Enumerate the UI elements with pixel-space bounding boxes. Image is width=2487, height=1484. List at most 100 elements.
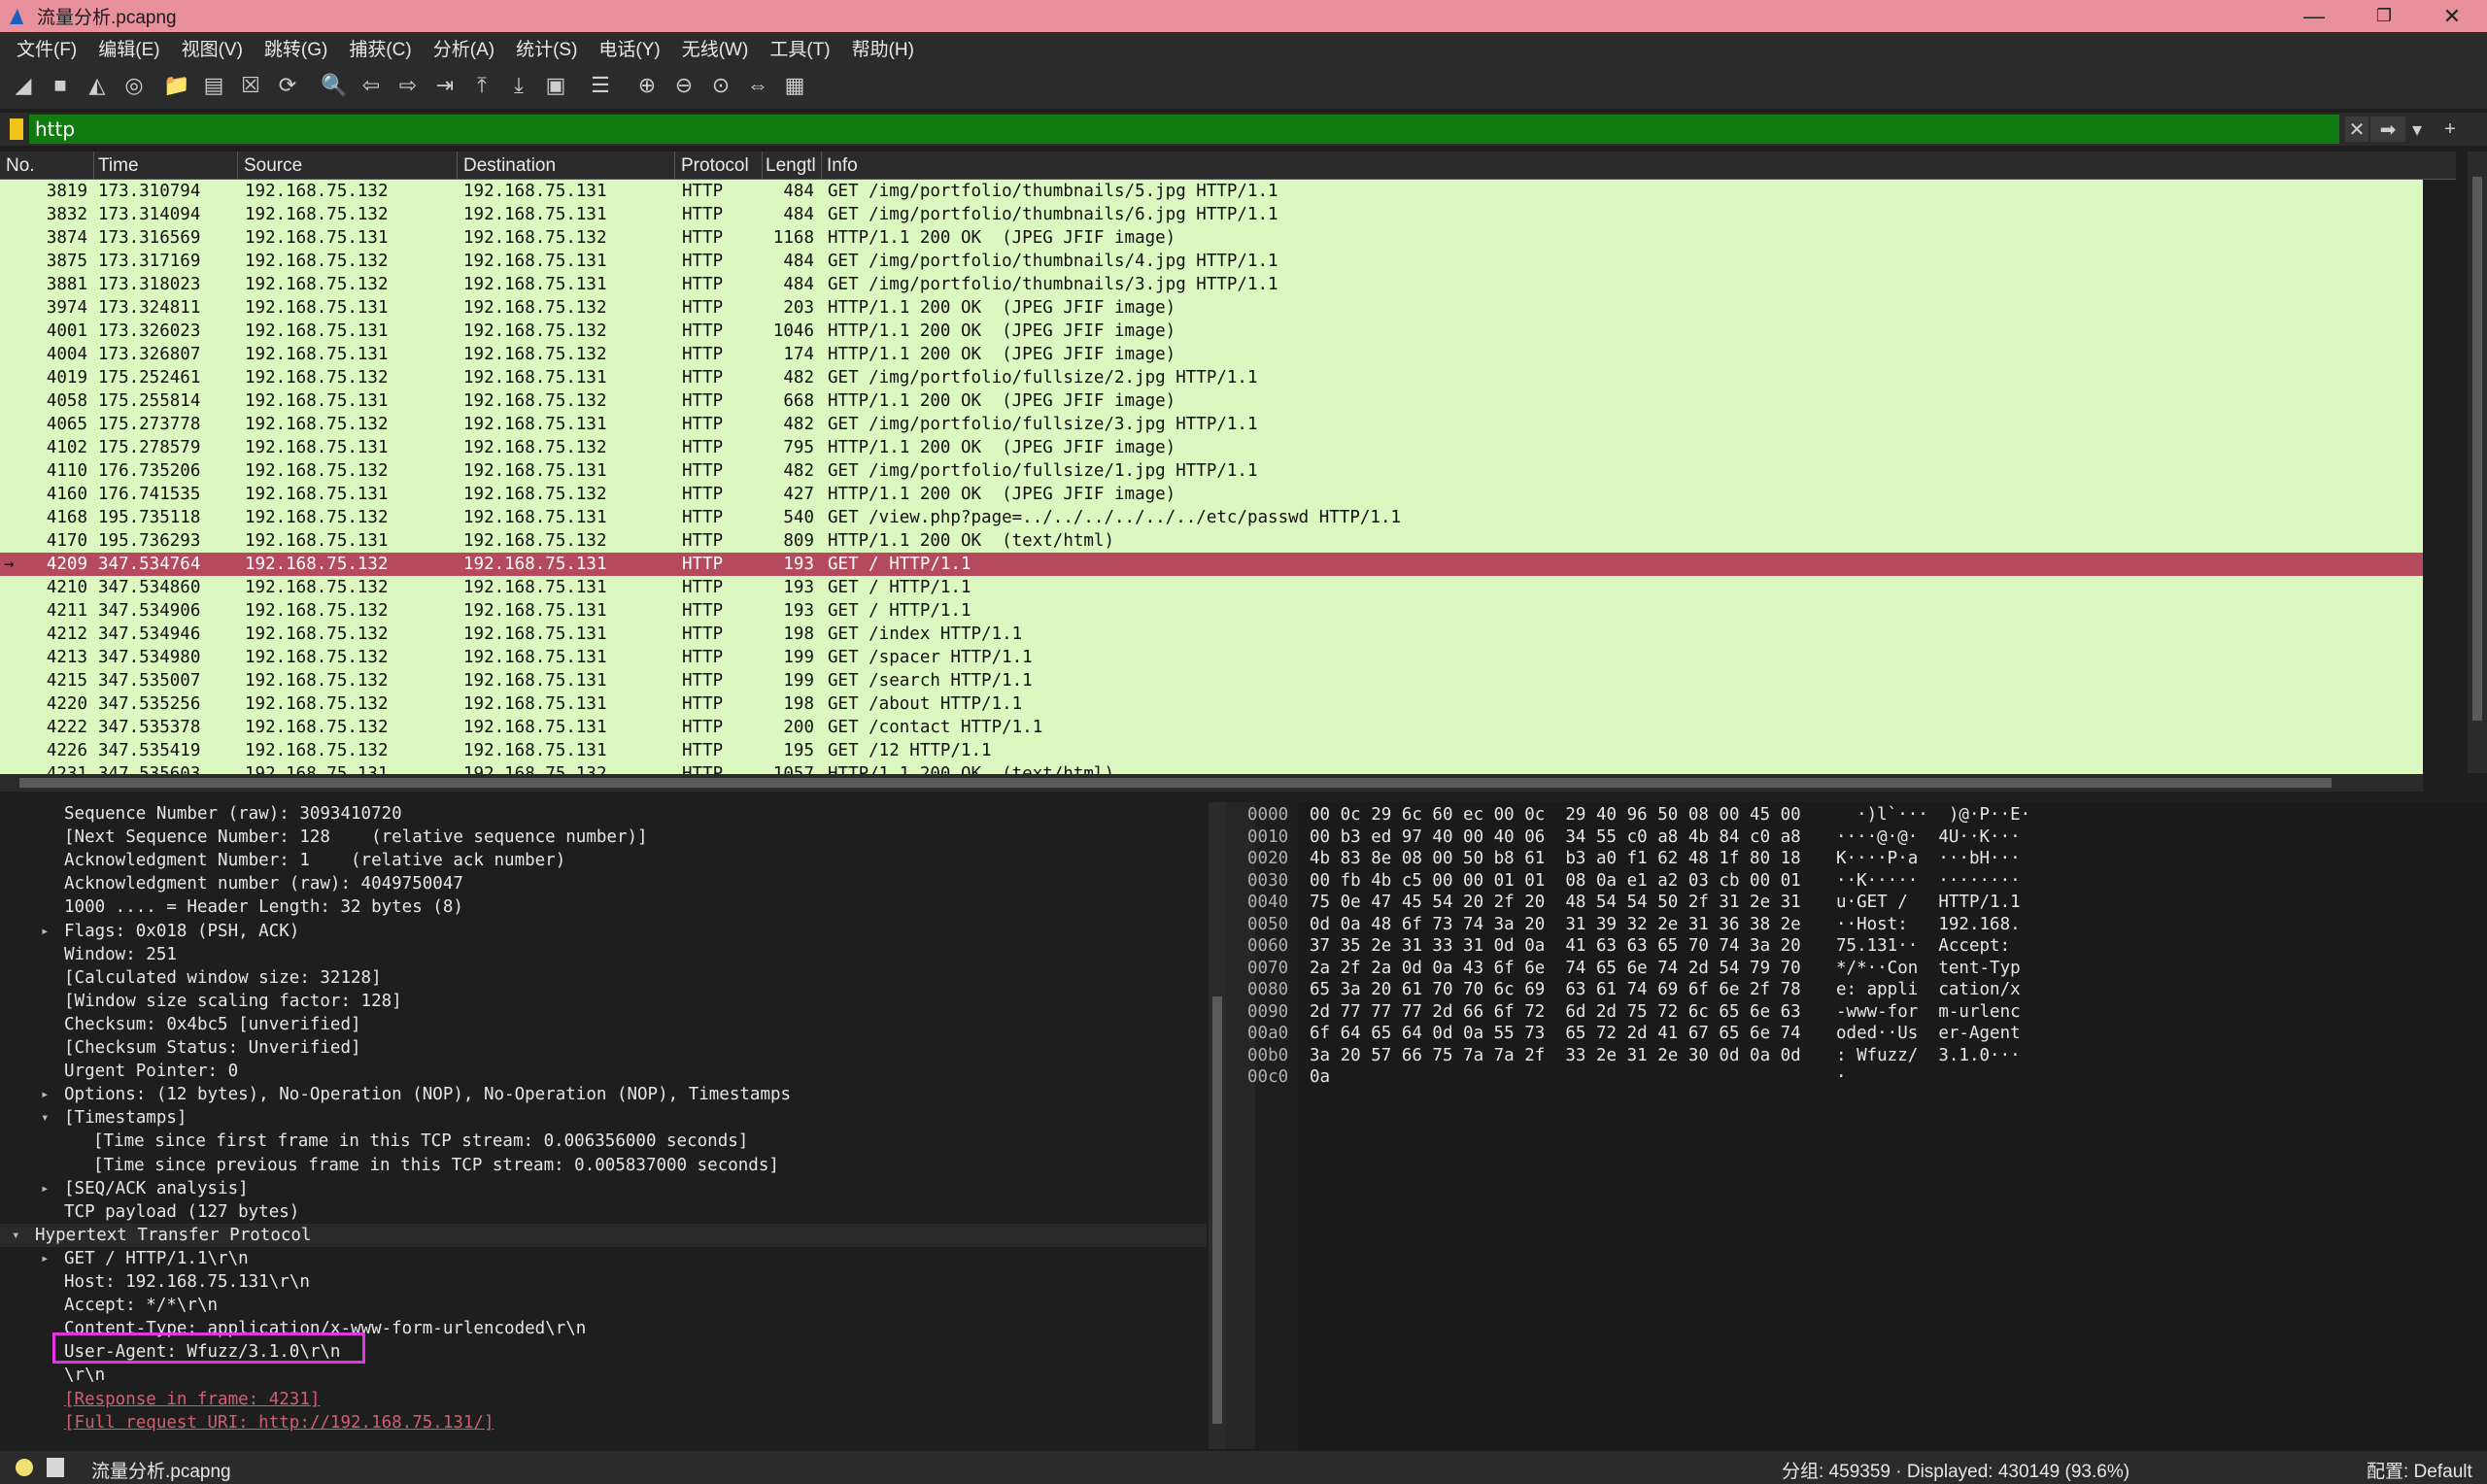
minimize-button[interactable]: — <box>2285 0 2343 32</box>
column-length[interactable]: Lengtl <box>766 155 816 177</box>
packet-row[interactable]: 4220 347.535256 192.168.75.132 192.168.75.1… <box>0 692 2423 716</box>
hex-ascii[interactable]: K····P·a ···bH··· <box>1836 848 2021 870</box>
detail-row[interactable]: [Time since previous frame in this TCP s… <box>0 1154 1207 1177</box>
detail-row[interactable]: Acknowledgment Number: 1 (relative ack n… <box>0 849 1207 872</box>
menu-item-3[interactable]: 跳转(G) <box>254 35 338 61</box>
expand-open-icon[interactable]: ▾ <box>12 1224 19 1247</box>
packet-row[interactable]: 4213 347.534980 192.168.75.132 192.168.75.1… <box>0 646 2423 669</box>
detail-row[interactable]: 1000 .... = Header Length: 32 bytes (8) <box>0 895 1207 919</box>
detail-row[interactable]: Checksum: 0x4bc5 [unverified] <box>0 1013 1207 1036</box>
capture-comment-icon[interactable] <box>47 1458 64 1477</box>
zoom-in-icon[interactable]: ⊕ <box>633 72 661 99</box>
packet-row[interactable]: 4170 195.736293 192.168.75.131 192.168.75.1… <box>0 529 2423 553</box>
hex-bytes[interactable]: 00 fb 4b c5 00 00 01 01 08 0a e1 a2 03 c… <box>1310 870 1801 893</box>
save-file-icon[interactable]: ▤ <box>200 72 227 99</box>
detail-row[interactable]: ▸ [SEQ/ACK analysis] <box>0 1177 1207 1200</box>
column-source[interactable]: Source <box>244 155 302 177</box>
hex-bytes[interactable]: 2d 77 77 77 2d 66 6f 72 6d 2d 75 72 6c 6… <box>1310 1001 1801 1024</box>
detail-row[interactable]: [Window size scaling factor: 128] <box>0 990 1207 1013</box>
packet-row[interactable]: 4058 175.255814 192.168.75.131 192.168.75.1… <box>0 389 2423 413</box>
detail-row[interactable]: [Calculated window size: 32128] <box>0 966 1207 990</box>
column-time[interactable]: Time <box>98 155 139 177</box>
filter-history-chevron-icon[interactable]: ▾ <box>2407 117 2427 142</box>
go-to-packet-icon[interactable]: ⇥ <box>431 72 459 99</box>
go-last-icon[interactable]: ⤓ <box>505 72 532 99</box>
detail-row[interactable]: TCP payload (127 bytes) <box>0 1200 1207 1224</box>
packet-row[interactable]: 3974 173.324811 192.168.75.131 192.168.75.1… <box>0 296 2423 320</box>
packet-row[interactable]: 4222 347.535378 192.168.75.132 192.168.75.1… <box>0 716 2423 739</box>
packet-row[interactable]: 4065 175.273778 192.168.75.132 192.168.75.1… <box>0 413 2423 436</box>
hex-bytes[interactable]: 00 0c 29 6c 60 ec 00 0c 29 40 96 50 08 0… <box>1310 804 1801 826</box>
menu-item-1[interactable]: 编辑(E) <box>87 35 170 61</box>
menu-item-4[interactable]: 捕获(C) <box>338 35 422 61</box>
packet-row[interactable]: → 4209 347.534764 192.168.75.132 192.168.75.… <box>0 553 2423 576</box>
scrollbar-thumb[interactable] <box>2472 177 2482 721</box>
hex-bytes[interactable]: 3a 20 57 66 75 7a 7a 2f 33 2e 31 2e 30 0… <box>1310 1045 1801 1067</box>
go-back-icon[interactable]: ⇦ <box>358 72 385 99</box>
packet-row[interactable]: 3874 173.316569 192.168.75.131 192.168.75.1… <box>0 226 2423 250</box>
clear-filter-icon[interactable]: ✕ <box>2345 117 2368 142</box>
packet-row[interactable]: 4102 175.278579 192.168.75.131 192.168.75.1… <box>0 436 2423 459</box>
detail-row[interactable]: ▾ [Timestamps] <box>0 1106 1207 1130</box>
zoom-normal-icon[interactable]: ⊙ <box>707 72 734 99</box>
packet-row[interactable]: 4211 347.534906 192.168.75.132 192.168.75.1… <box>0 599 2423 623</box>
packet-row[interactable]: 3881 173.318023 192.168.75.132 192.168.75.1… <box>0 273 2423 296</box>
hex-ascii[interactable]: ··K····· ········ <box>1836 870 2021 893</box>
open-folder-icon[interactable]: 📁 <box>163 72 190 99</box>
packet-row[interactable]: 4019 175.252461 192.168.75.132 192.168.75.1… <box>0 366 2423 389</box>
go-first-icon[interactable]: ⤒ <box>468 72 495 99</box>
menu-item-6[interactable]: 统计(S) <box>505 35 588 61</box>
hex-ascii[interactable]: oded··Us er-Agent <box>1836 1023 2021 1045</box>
add-filter-button[interactable]: + <box>2436 117 2464 142</box>
packet-row[interactable]: 4215 347.535007 192.168.75.132 192.168.75.1… <box>0 669 2423 692</box>
detail-row[interactable]: Window: 251 <box>0 943 1207 966</box>
column-info[interactable]: Info <box>827 155 858 177</box>
close-button[interactable]: ✕ <box>2423 0 2481 32</box>
packet-row[interactable]: 3832 173.314094 192.168.75.132 192.168.75.1… <box>0 203 2423 226</box>
apply-filter-icon[interactable]: ➡ <box>2370 117 2405 142</box>
detail-text[interactable]: [Full request URI: http://192.168.75.131… <box>64 1411 494 1434</box>
expand-open-icon[interactable]: ▾ <box>41 1106 49 1130</box>
hex-bytes[interactable]: 2a 2f 2a 0d 0a 43 6f 6e 74 65 6e 74 2d 5… <box>1310 958 1801 980</box>
detail-row[interactable]: ▾ Hypertext Transfer Protocol <box>0 1223 1207 1247</box>
reload-icon[interactable]: ⟳ <box>274 72 301 99</box>
expand-closed-icon[interactable]: ▸ <box>41 1177 49 1200</box>
packet-row[interactable]: 4160 176.741535 192.168.75.131 192.168.75.1… <box>0 483 2423 506</box>
hex-bytes[interactable]: 00 b3 ed 97 40 00 40 06 34 55 c0 a8 4b 8… <box>1310 826 1801 849</box>
hex-ascii[interactable]: · <box>1836 1066 1847 1089</box>
packet-row[interactable]: 3819 173.310794 192.168.75.132 192.168.75.1… <box>0 180 2423 203</box>
hex-ascii[interactable]: ····@·@· 4U··K··· <box>1836 826 2021 849</box>
maximize-button[interactable]: ❐ <box>2355 0 2413 32</box>
detail-row[interactable]: [Response in frame: 4231] <box>0 1388 1207 1411</box>
detail-row[interactable]: Sequence Number (raw): 3093410720 <box>0 802 1207 826</box>
menu-item-2[interactable]: 视图(V) <box>171 35 254 61</box>
close-file-icon[interactable]: ☒ <box>237 72 264 99</box>
packet-row[interactable]: 4226 347.535419 192.168.75.132 192.168.75.1… <box>0 739 2423 762</box>
hex-bytes[interactable]: 0a <box>1310 1066 1330 1089</box>
shark-fin-start-icon[interactable]: ◢ <box>10 72 37 99</box>
detail-row[interactable]: [Time since first frame in this TCP stre… <box>0 1130 1207 1153</box>
hex-bytes[interactable]: 65 3a 20 61 70 70 6c 69 63 61 74 69 6f 6… <box>1310 979 1801 1001</box>
packet-list-horizontal-scrollbar[interactable] <box>0 774 2423 792</box>
packet-row[interactable]: 3875 173.317169 192.168.75.132 192.168.75.1… <box>0 250 2423 273</box>
detail-row[interactable]: ▸ Options: (12 bytes), No-Operation (NOP)… <box>0 1083 1207 1106</box>
packet-row[interactable]: 4110 176.735206 192.168.75.132 192.168.75.1… <box>0 459 2423 483</box>
hex-bytes[interactable]: 0d 0a 48 6f 73 74 3a 20 31 39 32 2e 31 3… <box>1310 914 1801 936</box>
bookmark-icon[interactable] <box>10 118 23 140</box>
column-no[interactable]: No. <box>6 155 35 177</box>
detail-row[interactable]: Host: 192.168.75.131\r\n <box>0 1270 1207 1294</box>
detail-row[interactable]: ▸ Flags: 0x018 (PSH, ACK) <box>0 920 1207 943</box>
packet-row[interactable]: 4168 195.735118 192.168.75.132 192.168.75.1… <box>0 506 2423 529</box>
colorize-icon[interactable]: ☰ <box>587 72 614 99</box>
packet-row[interactable]: 4212 347.534946 192.168.75.132 192.168.75.1… <box>0 623 2423 646</box>
options-gear-icon[interactable]: ◎ <box>120 72 148 99</box>
detail-row[interactable]: Accept: */*\r\n <box>0 1294 1207 1317</box>
menu-item-5[interactable]: 分析(A) <box>423 35 505 61</box>
hex-ascii[interactable]: ··Host: 192.168. <box>1836 914 2021 936</box>
go-forward-icon[interactable]: ⇨ <box>394 72 422 99</box>
expert-info-indicator-icon[interactable] <box>16 1459 33 1476</box>
hex-ascii[interactable]: ·)l`··· )@·P··E· <box>1836 804 2030 826</box>
menu-item-9[interactable]: 工具(T) <box>759 35 840 61</box>
packet-list-vertical-scrollbar[interactable] <box>2468 152 2487 773</box>
resize-columns-icon[interactable]: ⇔ <box>744 72 771 99</box>
